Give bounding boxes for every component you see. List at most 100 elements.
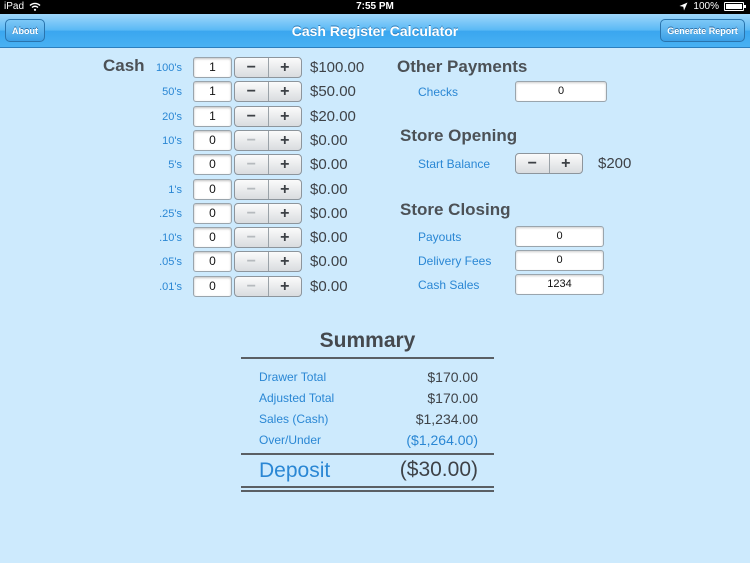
battery-percent: 100% — [693, 1, 719, 12]
status-right: 100% — [679, 1, 746, 12]
summary-title: Summary — [319, 329, 416, 352]
denomination-amount: $0.00 — [310, 253, 348, 270]
deposit-top-divider — [241, 453, 494, 455]
quantity-stepper: − + — [234, 203, 302, 224]
denomination-label: 10's — [162, 135, 182, 147]
denomination-amount: $0.00 — [310, 156, 348, 173]
denomination-amount: $100.00 — [310, 59, 365, 76]
status-time: 7:55 PM — [356, 1, 394, 12]
quantity-field[interactable]: 0 — [193, 227, 232, 248]
increment-button[interactable]: + — [269, 228, 302, 247]
start-balance-value: $200 — [598, 155, 632, 172]
over-under-label: Over/Under — [259, 433, 322, 447]
start-balance-label: Start Balance — [418, 157, 491, 171]
denomination-label: .25's — [159, 208, 182, 220]
navigation-bar: About Cash Register Calculator Generate … — [0, 14, 750, 48]
increment-button[interactable]: + — [269, 82, 302, 101]
quantity-field[interactable]: 1 — [193, 106, 232, 127]
deposit-bottom-divider-2 — [241, 490, 494, 492]
denomination-amount: $0.00 — [310, 181, 348, 198]
denomination-label: 20's — [162, 111, 182, 123]
increment-button[interactable]: + — [269, 58, 302, 77]
quantity-stepper: − + — [234, 154, 302, 175]
quantity-field[interactable]: 0 — [193, 251, 232, 272]
start-balance-decrement-button[interactable]: − — [516, 154, 550, 173]
cash-sales-label: Cash Sales — [418, 278, 480, 292]
quantity-stepper: − + — [234, 276, 302, 297]
decrement-button[interactable]: − — [235, 204, 269, 223]
payouts-label: Payouts — [418, 230, 462, 244]
quantity-field[interactable]: 0 — [193, 203, 232, 224]
denomination-label: 1's — [168, 184, 182, 196]
quantity-field[interactable]: 1 — [193, 57, 232, 78]
decrement-button[interactable]: − — [235, 58, 269, 77]
quantity-stepper: − + — [234, 57, 302, 78]
drawer-total-label: Drawer Total — [259, 370, 327, 384]
delivery-fees-field[interactable]: 0 — [515, 250, 604, 271]
other-payments-heading: Other Payments — [397, 57, 528, 76]
increment-button[interactable]: + — [269, 131, 302, 150]
payouts-field[interactable]: 0 — [515, 226, 604, 247]
decrement-button[interactable]: − — [235, 277, 269, 296]
decrement-button[interactable]: − — [235, 155, 269, 174]
increment-button[interactable]: + — [269, 107, 302, 126]
increment-button[interactable]: + — [269, 277, 302, 296]
increment-button[interactable]: + — [269, 180, 302, 199]
denomination-label: .01's — [159, 281, 182, 293]
denomination-amount: $0.00 — [310, 278, 348, 295]
increment-button[interactable]: + — [269, 155, 302, 174]
quantity-field[interactable]: 1 — [193, 81, 232, 102]
location-arrow-icon — [679, 2, 688, 11]
quantity-stepper: − + — [234, 179, 302, 200]
quantity-stepper: − + — [234, 106, 302, 127]
denomination-label: .10's — [159, 232, 182, 244]
summary-top-divider — [241, 357, 494, 359]
denomination-amount: $20.00 — [310, 108, 356, 125]
denomination-amount: $50.00 — [310, 83, 356, 100]
store-opening-heading: Store Opening — [400, 126, 518, 145]
cash-sales-field[interactable]: 1234 — [515, 274, 604, 295]
denomination-label: .05's — [159, 256, 182, 268]
decrement-button[interactable]: − — [235, 252, 269, 271]
deposit-value: ($30.00) — [399, 458, 478, 481]
checks-label: Checks — [418, 85, 459, 99]
denomination-amount: $0.00 — [310, 229, 348, 246]
sales-cash-value: $1,234.00 — [415, 411, 478, 427]
increment-button[interactable]: + — [269, 204, 302, 223]
status-bar: iPad 7:55 PM 100% — [0, 0, 750, 14]
page-title: Cash Register Calculator — [291, 23, 459, 39]
increment-button[interactable]: + — [269, 252, 302, 271]
adjusted-total-label: Adjusted Total — [259, 391, 335, 405]
quantity-field[interactable]: 0 — [193, 276, 232, 297]
store-closing-heading: Store Closing — [400, 200, 511, 219]
quantity-field[interactable]: 0 — [193, 130, 232, 151]
decrement-button[interactable]: − — [235, 228, 269, 247]
sales-cash-label: Sales (Cash) — [259, 412, 329, 426]
generate-report-button[interactable]: Generate Report — [660, 19, 745, 42]
decrement-button[interactable]: − — [235, 131, 269, 150]
denomination-label: 50's — [162, 86, 182, 98]
denomination-label: 100's — [156, 62, 182, 74]
start-balance-stepper: − + — [515, 153, 583, 174]
quantity-stepper: − + — [234, 81, 302, 102]
quantity-field[interactable]: 0 — [193, 179, 232, 200]
delivery-fees-label: Delivery Fees — [418, 254, 492, 268]
deposit-bottom-divider-1 — [241, 486, 494, 488]
battery-icon — [724, 2, 746, 11]
quantity-stepper: − + — [234, 227, 302, 248]
denomination-label: 5's — [168, 159, 182, 171]
denomination-amount: $0.00 — [310, 205, 348, 222]
deposit-label: Deposit — [259, 459, 331, 482]
over-under-value: ($1,264.00) — [406, 432, 478, 448]
decrement-button[interactable]: − — [235, 180, 269, 199]
decrement-button[interactable]: − — [235, 82, 269, 101]
quantity-stepper: − + — [234, 130, 302, 151]
start-balance-increment-button[interactable]: + — [550, 154, 583, 173]
checks-field[interactable]: 0 — [515, 81, 607, 102]
drawer-total-value: $170.00 — [427, 369, 478, 385]
quantity-field[interactable]: 0 — [193, 154, 232, 175]
denomination-amount: $0.00 — [310, 132, 348, 149]
decrement-button[interactable]: − — [235, 107, 269, 126]
adjusted-total-value: $170.00 — [427, 390, 478, 406]
quantity-stepper: − + — [234, 251, 302, 272]
